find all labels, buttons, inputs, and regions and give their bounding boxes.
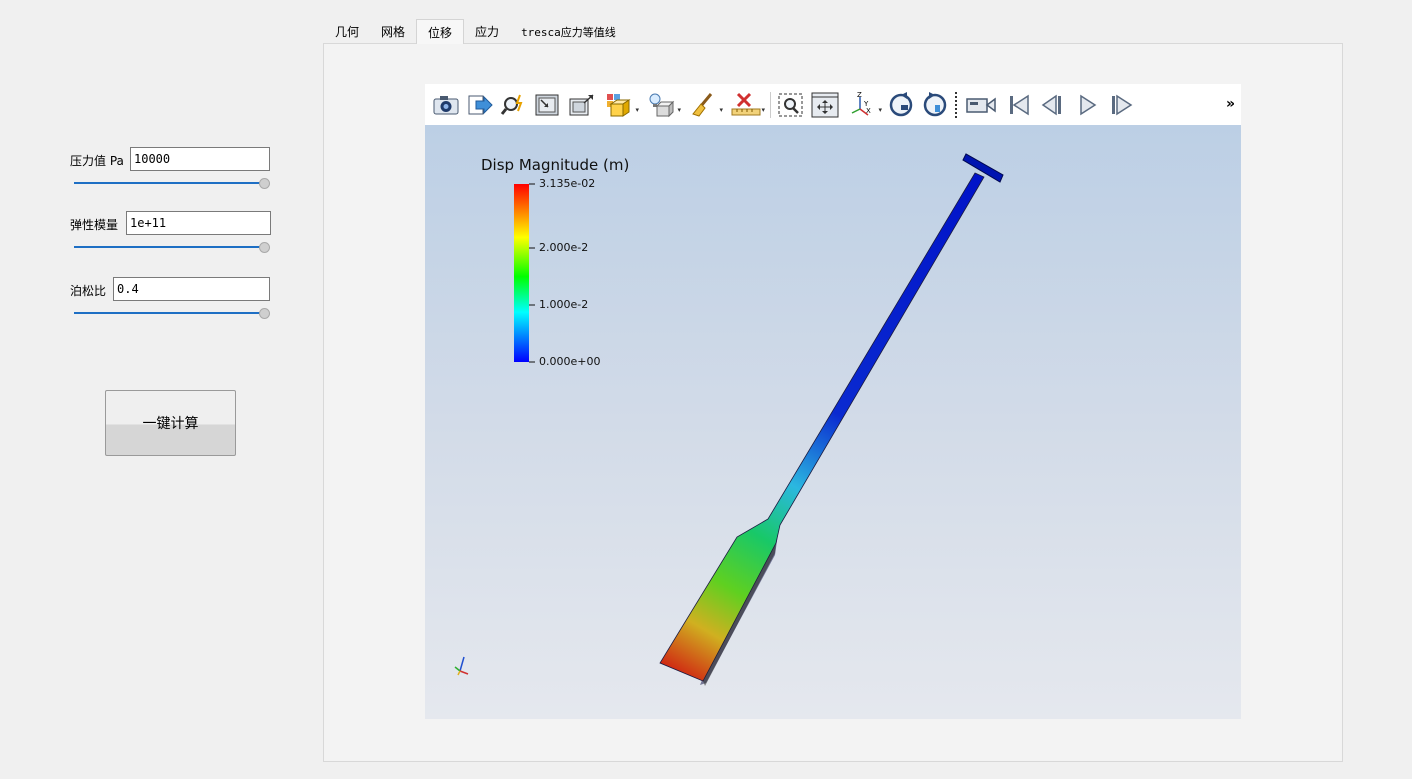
- pick-zoom-icon[interactable]: [497, 88, 531, 122]
- clear-icon[interactable]: ▾: [683, 88, 725, 122]
- slider-track: [74, 246, 264, 248]
- render-view: ▾ ▾ ▾ ▾ ZYX ▾ » Disp Magnitude (m) 3.135…: [425, 84, 1241, 719]
- tab-mesh[interactable]: 网格: [370, 19, 416, 44]
- slider-handle[interactable]: [259, 242, 270, 253]
- video-camera-icon[interactable]: [960, 88, 1002, 122]
- poisson-label: 泊松比: [70, 284, 107, 298]
- rotate-ccw-icon[interactable]: [918, 88, 952, 122]
- svg-text:Z: Z: [857, 91, 862, 99]
- poisson-input[interactable]: [113, 277, 270, 301]
- play-icon[interactable]: [1070, 88, 1104, 122]
- slider-handle[interactable]: [259, 178, 270, 189]
- colorbar-tick-min: 0.000e+00: [539, 355, 601, 368]
- first-frame-icon[interactable]: [1002, 88, 1036, 122]
- view-toolbar: ▾ ▾ ▾ ▾ ZYX ▾ »: [425, 84, 1241, 125]
- model-scene: [454, 153, 1004, 686]
- tab-bar: 几何 网格 位移 应力 tresca应力等值线: [324, 19, 627, 44]
- calculate-button[interactable]: 一键计算: [105, 390, 236, 456]
- fit-icon[interactable]: [808, 88, 842, 122]
- colorbar: [514, 184, 529, 362]
- orientation-axes: [454, 656, 469, 676]
- pressure-slider[interactable]: [74, 177, 270, 189]
- render-canvas[interactable]: Disp Magnitude (m) 3.135e-02 2.000e-2 1.…: [425, 125, 1241, 719]
- rotate-cw-icon[interactable]: [884, 88, 918, 122]
- oar-model: [659, 153, 1004, 686]
- reset-camera-icon[interactable]: [531, 88, 565, 122]
- slider-track: [74, 312, 264, 314]
- slider-handle[interactable]: [259, 308, 270, 319]
- modulus-label: 弹性模量: [70, 218, 119, 232]
- toolbar-overflow-icon[interactable]: »: [1226, 96, 1235, 112]
- box-selection-icon[interactable]: ▾: [599, 88, 641, 122]
- pressure-label: 压力值 Pa: [70, 154, 124, 168]
- tab-displacement[interactable]: 位移: [416, 19, 465, 44]
- tab-stress[interactable]: 应力: [464, 19, 510, 44]
- ruler-icon[interactable]: ▾: [725, 88, 767, 122]
- svg-text:X: X: [866, 107, 871, 115]
- camera-icon[interactable]: [429, 88, 463, 122]
- pressure-input[interactable]: [130, 147, 270, 171]
- colorbar-title: Disp Magnitude (m): [481, 156, 630, 174]
- prev-frame-icon[interactable]: [1036, 88, 1070, 122]
- axes-orient-icon[interactable]: ZYX ▾: [842, 88, 884, 122]
- colorbar-tick: 2.000e-2: [539, 241, 589, 254]
- toolbar-separator: [770, 91, 771, 118]
- zoom-box-icon[interactable]: [774, 88, 808, 122]
- tab-tresca-contour[interactable]: tresca应力等值线: [510, 19, 627, 44]
- light-icon[interactable]: ▾: [641, 88, 683, 122]
- tab-geometry[interactable]: 几何: [324, 19, 370, 44]
- colorbar-tick: 1.000e-2: [539, 298, 589, 311]
- modulus-input[interactable]: [126, 211, 271, 235]
- modulus-slider[interactable]: [74, 241, 270, 253]
- toolbar-separator: [955, 91, 957, 118]
- zoom-to-data-icon[interactable]: [565, 88, 599, 122]
- slider-track: [74, 182, 264, 184]
- poisson-slider[interactable]: [74, 307, 270, 319]
- last-frame-icon[interactable]: [1104, 88, 1138, 122]
- colorbar-tick-max: 3.135e-02: [539, 177, 596, 190]
- export-icon[interactable]: [463, 88, 497, 122]
